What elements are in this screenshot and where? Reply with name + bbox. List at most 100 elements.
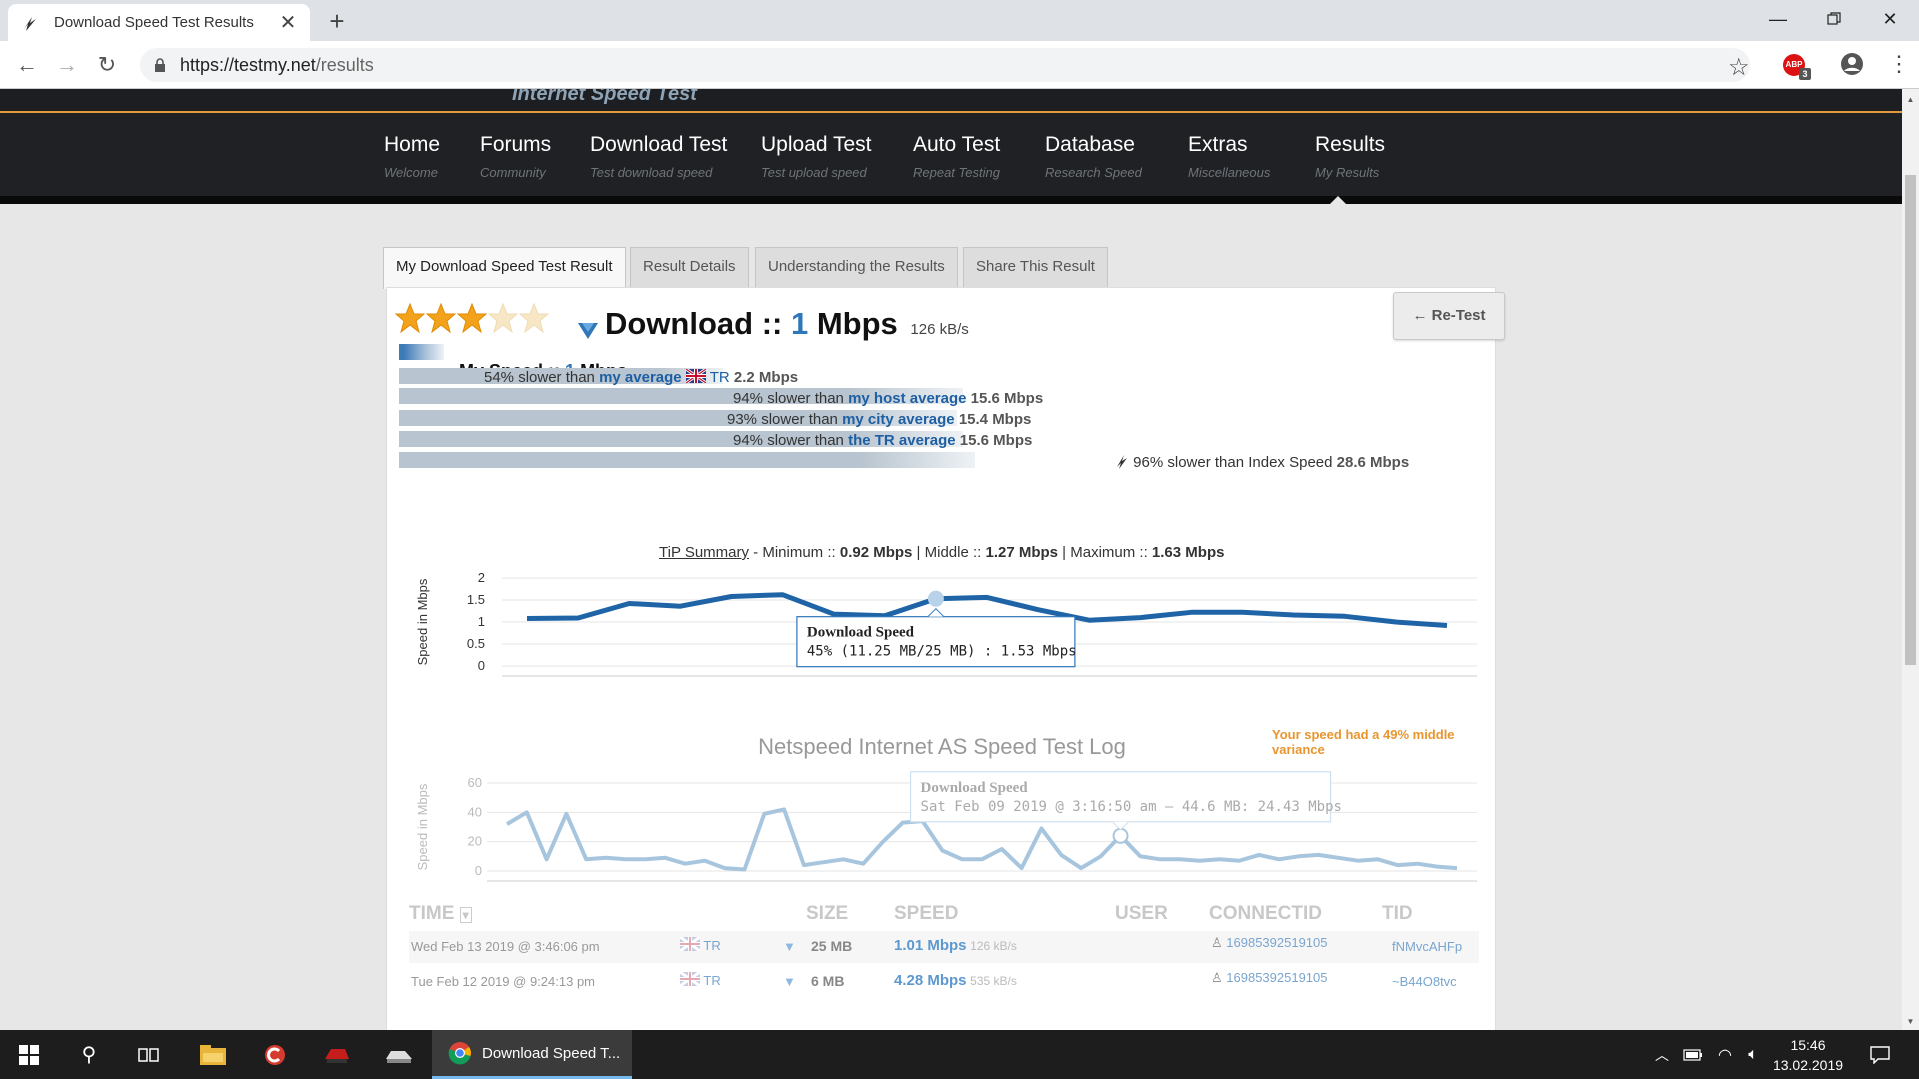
tr-average-link[interactable]: the TR average	[848, 432, 956, 449]
col-speed[interactable]: SPEED	[894, 903, 958, 925]
data-point[interactable]	[802, 863, 806, 867]
data-point[interactable]	[604, 856, 608, 860]
site-logo-text[interactable]: Internet Speed Test	[512, 89, 697, 106]
data-point[interactable]	[901, 821, 905, 825]
nav-item-results[interactable]: Results My Results	[1315, 133, 1385, 180]
data-point[interactable]	[624, 857, 628, 861]
notifications-icon[interactable]	[1860, 1030, 1900, 1079]
scroll-down-icon[interactable]: ▼	[1902, 1017, 1919, 1026]
data-point[interactable]	[782, 807, 786, 811]
data-point[interactable]	[1036, 608, 1040, 612]
data-point[interactable]	[703, 859, 707, 863]
account-icon[interactable]	[1840, 52, 1864, 76]
data-point[interactable]	[832, 612, 836, 616]
data-point[interactable]	[525, 616, 529, 620]
data-point[interactable]	[525, 810, 529, 814]
data-point[interactable]	[505, 822, 509, 826]
system-clock[interactable]: 15:46 13.02.2019	[1763, 1035, 1853, 1075]
restore-icon[interactable]	[1806, 0, 1862, 38]
data-point[interactable]	[723, 866, 727, 870]
row-connectid-link[interactable]: 16985392519105	[1226, 935, 1327, 950]
speed-log-chart[interactable]: 0 20 40 60 Speed in Mbps Download Speed Sat Fe…	[387, 768, 1497, 888]
data-point[interactable]	[940, 848, 944, 852]
close-window-icon[interactable]: ✕	[1862, 0, 1918, 38]
row-tid-link[interactable]: ~B44O8tvc	[1392, 974, 1457, 989]
data-point[interactable]	[781, 593, 785, 597]
data-point[interactable]	[1138, 616, 1142, 620]
tab-my-download-result[interactable]: My Download Speed Test Result	[383, 247, 626, 289]
data-point[interactable]	[985, 595, 989, 599]
data-point[interactable]	[584, 857, 588, 861]
data-point[interactable]	[1356, 859, 1360, 863]
nav-item-database[interactable]: Database Research Speed	[1045, 133, 1142, 180]
data-point[interactable]	[762, 812, 766, 816]
row-tid-link[interactable]: fNMvcAHFp	[1392, 939, 1462, 954]
host-average-link[interactable]: my host average	[848, 390, 966, 407]
browser-tab[interactable]: Download Speed Test Results ✕	[8, 4, 310, 41]
tab-share-result[interactable]: Share This Result	[963, 247, 1108, 287]
nav-item-download-test[interactable]: Download Test Test download speed	[590, 133, 727, 180]
my-average-link[interactable]: my average	[599, 369, 682, 386]
scrollbar-thumb[interactable]	[1905, 175, 1916, 665]
data-point[interactable]	[1237, 859, 1241, 863]
retest-button[interactable]: ← Re-Test	[1393, 292, 1505, 340]
data-point[interactable]	[1198, 859, 1202, 863]
new-tab-icon[interactable]: +	[322, 6, 352, 36]
tab-result-details[interactable]: Result Details	[630, 247, 749, 287]
data-point[interactable]	[1189, 610, 1193, 614]
data-point[interactable]	[729, 594, 733, 598]
data-point[interactable]	[1415, 862, 1419, 866]
data-point[interactable]	[1336, 856, 1340, 860]
minimize-icon[interactable]: —	[1750, 0, 1806, 38]
data-point[interactable]	[861, 862, 865, 866]
data-point[interactable]	[1394, 620, 1398, 624]
chrome-menu-icon[interactable]: ⋮	[1888, 53, 1910, 75]
racing-game-icon[interactable]	[374, 1030, 424, 1079]
data-point[interactable]	[1316, 853, 1320, 857]
data-point[interactable]	[1396, 863, 1400, 867]
data-point[interactable]	[1099, 854, 1103, 858]
data-point[interactable]	[1376, 857, 1380, 861]
row-location-link[interactable]: TR	[703, 938, 720, 953]
data-point[interactable]	[644, 857, 648, 861]
data-point[interactable]	[841, 857, 845, 861]
data-point[interactable]	[980, 857, 984, 861]
data-point[interactable]	[683, 862, 687, 866]
data-point[interactable]	[1241, 610, 1245, 614]
file-explorer-icon[interactable]	[188, 1030, 238, 1079]
data-point[interactable]	[1455, 866, 1459, 870]
tab-understanding-results[interactable]: Understanding the Results	[755, 247, 958, 287]
data-point[interactable]	[1257, 853, 1261, 857]
data-point[interactable]	[1445, 624, 1449, 628]
highlighted-data-point[interactable]	[927, 590, 944, 607]
data-point[interactable]	[627, 602, 631, 606]
nav-item-extras[interactable]: Extras Miscellaneous	[1188, 133, 1270, 180]
data-point[interactable]	[1039, 826, 1043, 830]
data-point[interactable]	[1343, 614, 1347, 618]
taskbar-chrome-button[interactable]: Download Speed T...	[432, 1030, 632, 1079]
data-point[interactable]	[564, 812, 568, 816]
search-icon[interactable]: ⚲	[64, 1030, 114, 1079]
row-connectid-link[interactable]: 16985392519105	[1226, 970, 1327, 985]
data-point[interactable]	[545, 857, 549, 861]
city-average-link[interactable]: my city average	[842, 411, 955, 428]
data-point[interactable]	[822, 860, 826, 864]
table-row[interactable]: Tue Feb 12 2019 @ 9:24:13 pm TR ▼ 6 MB 4…	[409, 966, 1479, 998]
page-scrollbar[interactable]: ▲ ▼	[1902, 89, 1919, 1030]
adblock-extension-icon[interactable]: ABP 3	[1783, 54, 1811, 80]
data-point[interactable]	[1138, 854, 1142, 858]
scroll-up-icon[interactable]: ▲	[1902, 95, 1919, 104]
tray-chevron-icon[interactable]: ︿	[1650, 1030, 1674, 1079]
data-point[interactable]	[1079, 866, 1083, 870]
data-point[interactable]	[1277, 857, 1281, 861]
url-bar[interactable]: https://testmy.net/results	[140, 48, 1750, 82]
country-link[interactable]: TR	[710, 369, 730, 386]
data-point[interactable]	[960, 857, 964, 861]
table-row[interactable]: Wed Feb 13 2019 @ 3:46:06 pm TR ▼ 25 MB …	[409, 931, 1479, 963]
col-time[interactable]: TIME ▾	[409, 903, 472, 925]
back-icon[interactable]: ←	[12, 51, 42, 79]
col-tid[interactable]: TID	[1382, 903, 1413, 925]
data-point[interactable]	[1297, 854, 1301, 858]
data-point[interactable]	[1435, 865, 1439, 869]
nav-item-auto-test[interactable]: Auto Test Repeat Testing	[913, 133, 1000, 180]
